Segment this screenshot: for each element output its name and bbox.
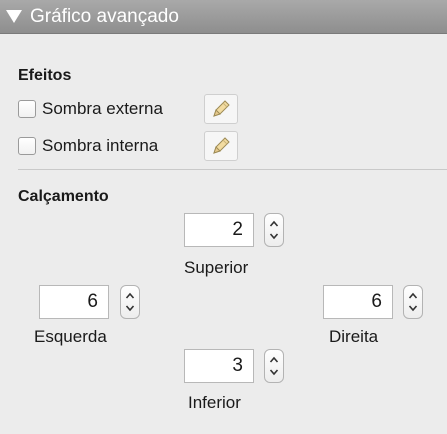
left-padding-field[interactable]: 6 bbox=[39, 285, 109, 319]
right-padding-label: Direita bbox=[329, 327, 379, 346]
section-header-title: Gráfico avançado bbox=[30, 5, 179, 27]
up-down-chevron-icon bbox=[269, 220, 279, 240]
outer-shadow-checkbox[interactable] bbox=[18, 100, 36, 118]
outer-shadow-label[interactable]: Sombra externa bbox=[42, 99, 163, 119]
top-padding-label: Superior bbox=[184, 258, 249, 277]
left-padding-label: Esquerda bbox=[34, 327, 107, 346]
outer-shadow-row: Sombra externa bbox=[18, 94, 163, 124]
left-padding-stepper[interactable] bbox=[120, 285, 140, 319]
section-header[interactable]: Gráfico avançado bbox=[0, 0, 447, 34]
padding-title: Calçamento bbox=[18, 188, 109, 205]
pencil-icon bbox=[213, 137, 230, 154]
section-divider bbox=[18, 169, 447, 170]
pencil-icon bbox=[213, 100, 230, 117]
inner-shadow-label[interactable]: Sombra interna bbox=[42, 136, 158, 156]
bottom-padding-stepper[interactable] bbox=[264, 349, 284, 383]
up-down-chevron-icon bbox=[408, 292, 418, 312]
bottom-padding-field[interactable]: 3 bbox=[184, 349, 254, 383]
disclosure-triangle-icon[interactable] bbox=[6, 10, 22, 23]
right-padding-stepper[interactable] bbox=[403, 285, 423, 319]
inner-shadow-row: Sombra interna bbox=[18, 131, 158, 161]
outer-shadow-edit-button[interactable] bbox=[204, 94, 238, 124]
top-padding-stepper[interactable] bbox=[264, 213, 284, 247]
inner-shadow-checkbox[interactable] bbox=[18, 137, 36, 155]
up-down-chevron-icon bbox=[125, 292, 135, 312]
right-padding-field[interactable]: 6 bbox=[323, 285, 393, 319]
top-padding-field[interactable]: 2 bbox=[184, 213, 254, 247]
effects-title: Efeitos bbox=[18, 67, 72, 84]
bottom-padding-label: Inferior bbox=[188, 393, 241, 412]
inner-shadow-edit-button[interactable] bbox=[204, 131, 238, 161]
up-down-chevron-icon bbox=[269, 356, 279, 376]
